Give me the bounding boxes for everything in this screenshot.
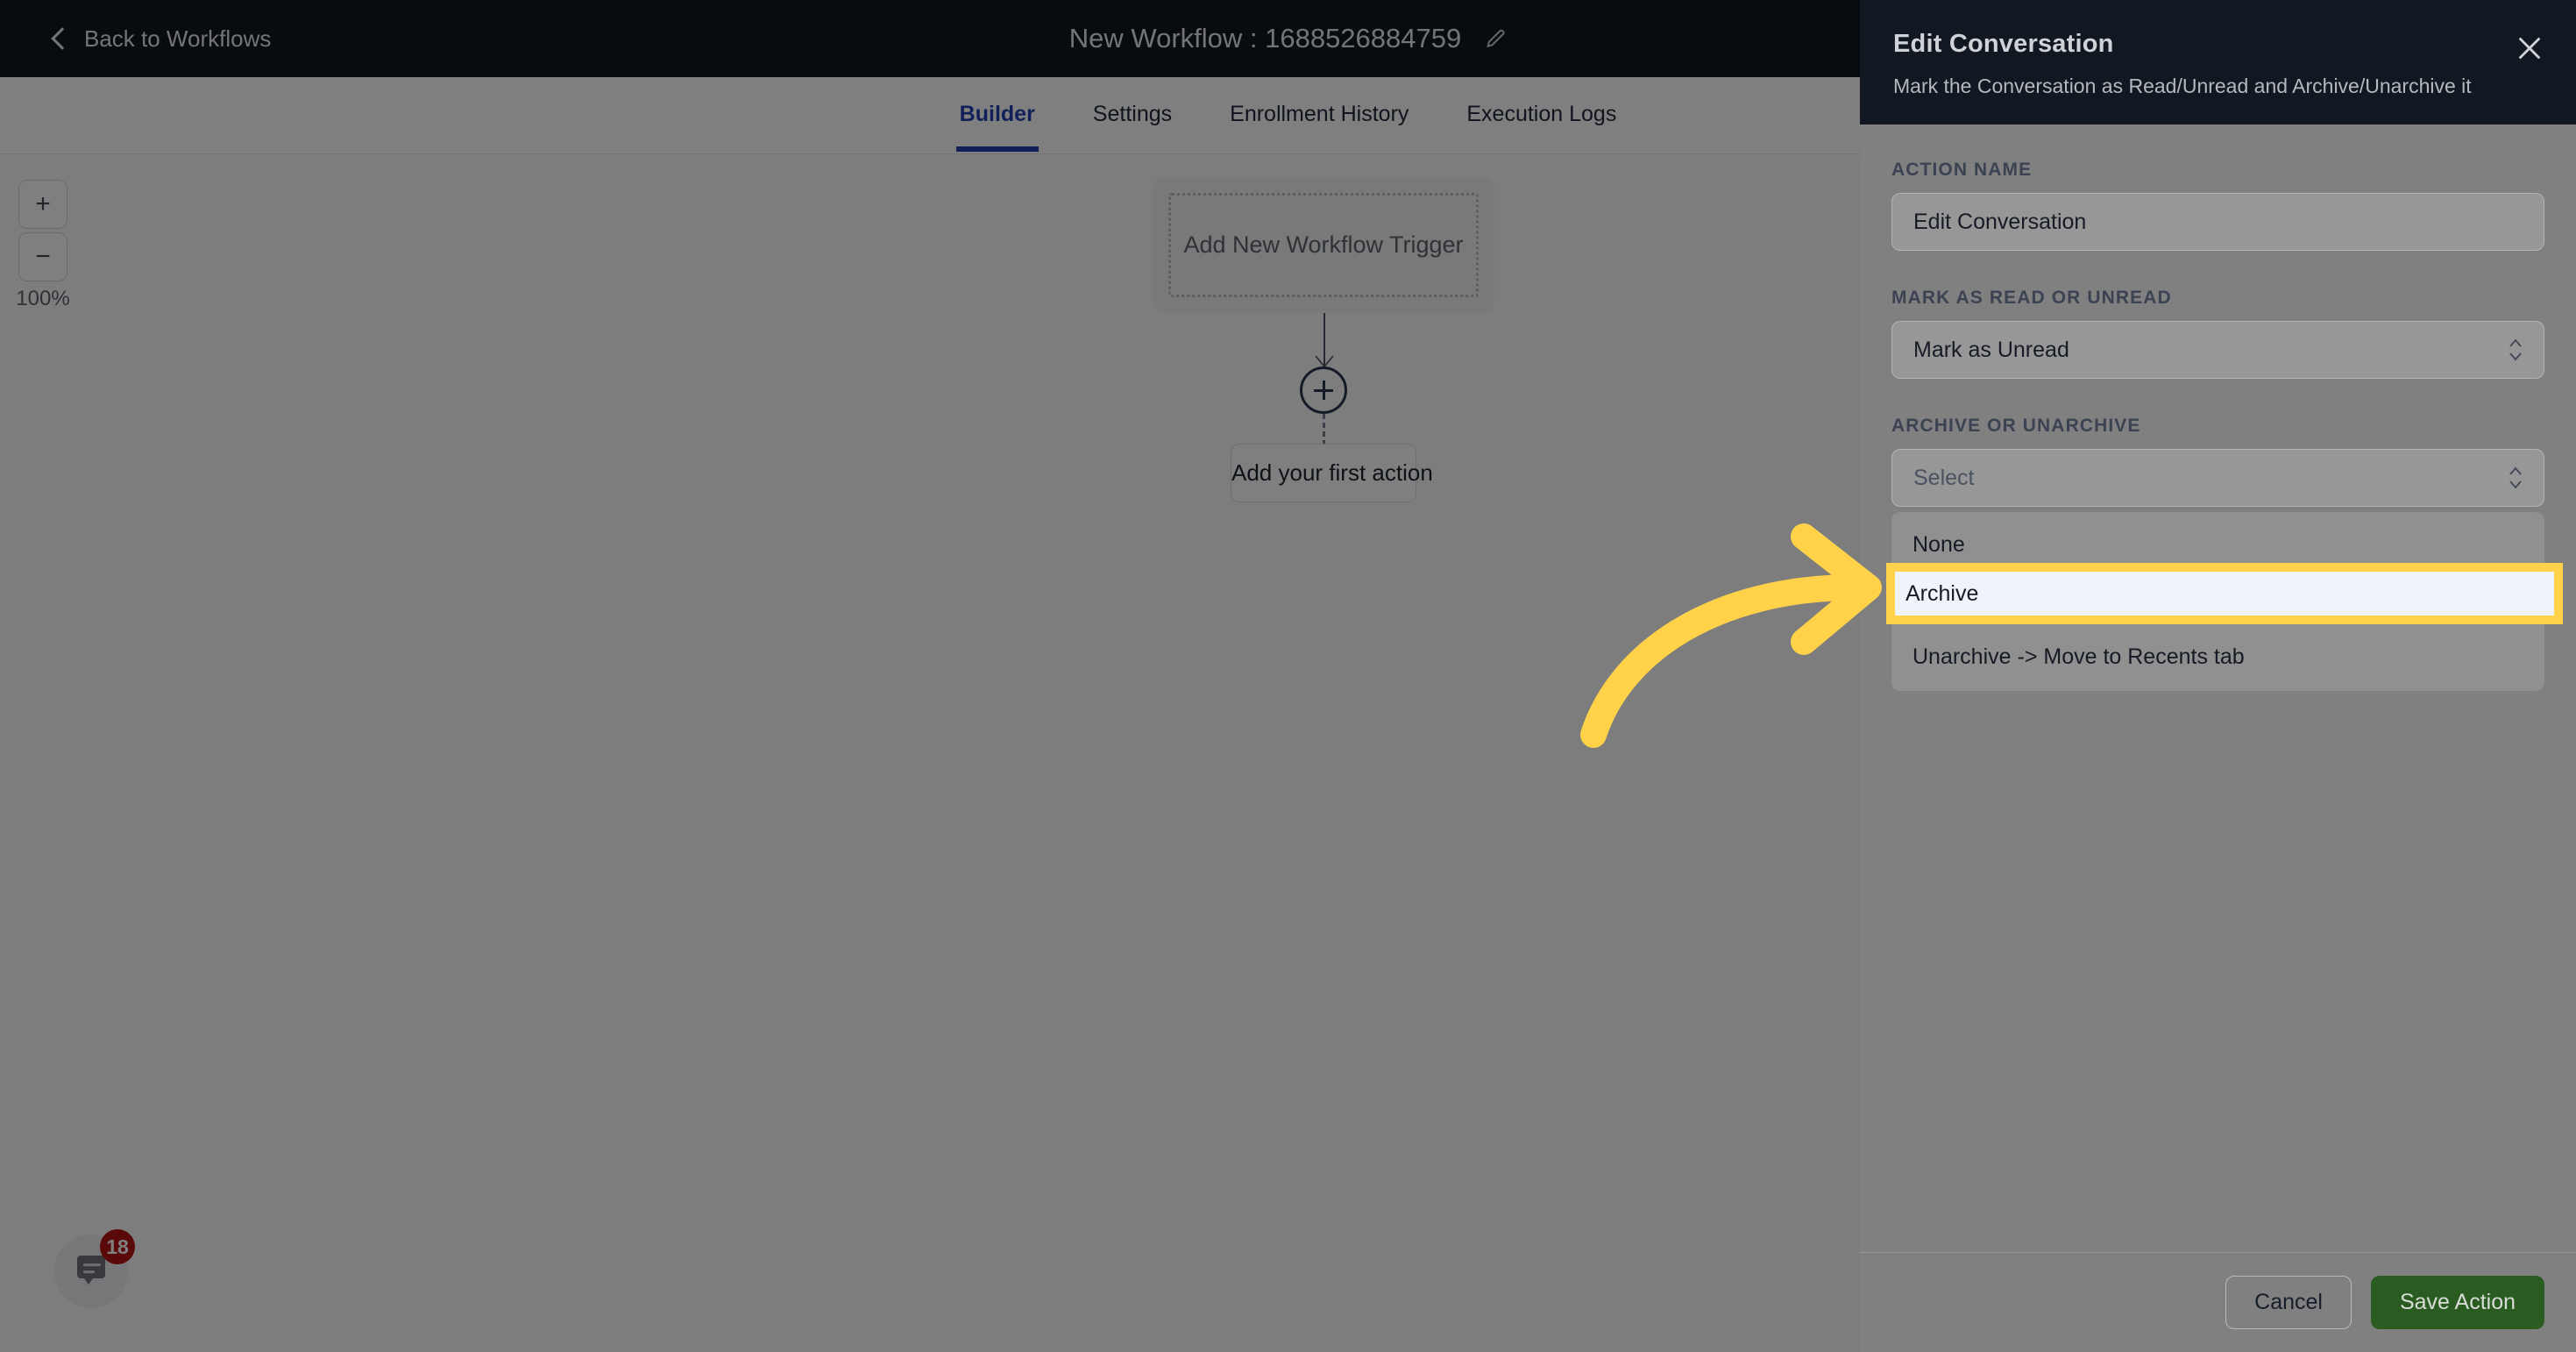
add-workflow-trigger-node[interactable]: Add New Workflow Trigger: [1153, 177, 1494, 313]
tab-builder-label: Builder: [959, 102, 1035, 126]
archive-unarchive-value: Select: [1913, 465, 1975, 490]
archive-unarchive-select[interactable]: Select: [1891, 449, 2544, 507]
close-icon[interactable]: [2515, 33, 2544, 63]
panel-footer: Cancel Save Action: [1860, 1252, 2576, 1352]
archive-unarchive-label: ARCHIVE OR UNARCHIVE: [1891, 416, 2141, 436]
zoom-in-button[interactable]: +: [18, 180, 67, 229]
zoom-level-label: 100%: [16, 287, 70, 310]
panel-title: Edit Conversation: [1893, 30, 2114, 58]
highlighted-option-label: Archive: [1905, 580, 1979, 606]
add-first-action-node[interactable]: Add your first action: [1231, 444, 1433, 502]
panel-body: ACTION NAME Edit Conversation MARK AS RE…: [1860, 125, 2576, 1252]
tab-execution-logs[interactable]: Execution Logs: [1463, 79, 1620, 152]
zoom-out-button[interactable]: −: [18, 232, 67, 281]
zoom-out-label: −: [35, 242, 51, 271]
mark-read-unread-select[interactable]: Mark as Unread: [1891, 321, 2544, 379]
back-to-workflows-link[interactable]: Back to Workflows: [51, 25, 272, 53]
tab-settings[interactable]: Settings: [1089, 79, 1175, 152]
tab-builder[interactable]: Builder: [955, 79, 1039, 152]
edit-conversation-panel: Edit Conversation Mark the Conversation …: [1860, 0, 2576, 1352]
workflow-title-group: New Workflow : 1688526884759: [1069, 23, 1508, 54]
cancel-button[interactable]: Cancel: [2225, 1276, 2352, 1329]
panel-subtitle: Mark the Conversation as Read/Unread and…: [1893, 75, 2472, 97]
dropdown-option-none-label: None: [1912, 531, 1965, 557]
dropdown-option-unarchive[interactable]: Unarchive -> Move to Recents tab: [1891, 631, 2544, 682]
workflow-title: New Workflow : 1688526884759: [1068, 23, 1462, 53]
add-step-plus-button[interactable]: [1300, 366, 1347, 414]
chevron-updown-icon: [2509, 466, 2522, 489]
pencil-icon[interactable]: [1484, 27, 1507, 50]
tab-execution-logs-label: Execution Logs: [1466, 102, 1617, 126]
highlighted-dropdown-option-archive[interactable]: Archive: [1886, 563, 2563, 624]
zoom-in-label: +: [35, 189, 51, 218]
add-workflow-trigger-label: Add New Workflow Trigger: [1168, 193, 1479, 297]
tab-settings-label: Settings: [1092, 102, 1173, 126]
chevron-left-icon: [51, 27, 74, 50]
mark-read-unread-label: MARK AS READ OR UNREAD: [1891, 288, 2172, 308]
zoom-controls: + − 100%: [14, 180, 72, 311]
chevron-updown-icon: [2509, 338, 2522, 361]
back-to-workflows-label: Back to Workflows: [84, 25, 272, 52]
action-name-value: Edit Conversation: [1913, 209, 2087, 234]
action-name-label: ACTION NAME: [1891, 160, 2033, 180]
dropdown-option-unarchive-label: Unarchive -> Move to Recents tab: [1912, 644, 2245, 669]
mark-read-unread-value: Mark as Unread: [1913, 337, 2069, 362]
action-name-input[interactable]: Edit Conversation: [1891, 193, 2544, 251]
panel-header: Edit Conversation Mark the Conversation …: [1860, 0, 2576, 125]
save-action-button[interactable]: Save Action: [2370, 1276, 2544, 1329]
workflow-flow: Add New Workflow Trigger Add your first …: [1153, 177, 1494, 502]
chat-widget-button[interactable]: 18: [54, 1229, 135, 1308]
tab-enrollment-history[interactable]: Enrollment History: [1226, 79, 1412, 152]
tab-enrollment-history-label: Enrollment History: [1230, 102, 1409, 126]
flow-connector-bottom: [1323, 414, 1325, 445]
chat-unread-badge: 18: [100, 1229, 135, 1264]
